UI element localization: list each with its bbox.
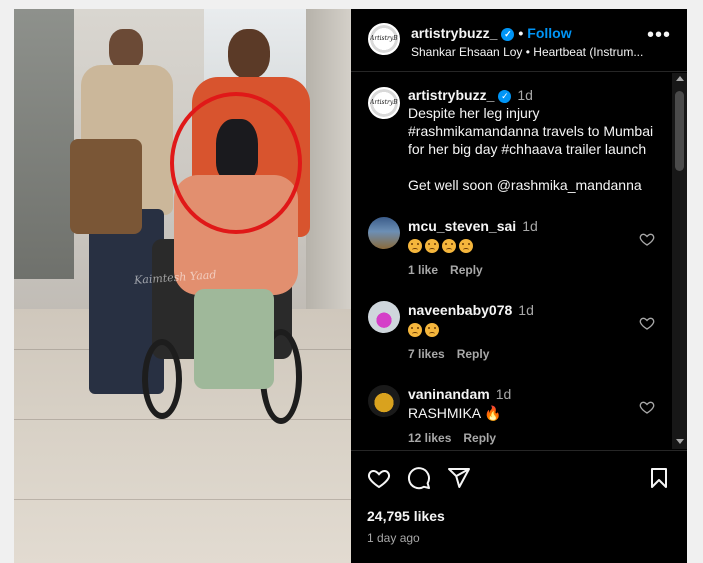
comment-header: naveenbaby078 1d xyxy=(408,302,534,318)
save-bookmark-icon[interactable] xyxy=(647,466,671,490)
comment-text xyxy=(408,237,476,254)
commenter-avatar[interactable] xyxy=(368,217,400,249)
author-avatar[interactable]: ArtistryBuzz xyxy=(368,23,400,55)
verified-badge-icon: ✓ xyxy=(501,27,515,41)
separator-dot: • xyxy=(518,25,524,41)
verified-badge-icon: ✓ xyxy=(498,89,512,103)
sad-face-icon xyxy=(459,239,473,254)
comment-item: naveenbaby078 1d 7 likes Reply xyxy=(351,301,671,377)
sad-face-icon xyxy=(442,239,456,254)
reply-button[interactable]: Reply xyxy=(450,263,483,277)
comment-time: 1d xyxy=(522,218,538,234)
author-username[interactable]: artistrybuzz_ xyxy=(411,25,497,41)
post-actions: 24,795 likes 1 day ago xyxy=(351,450,687,563)
comment-bubble-icon[interactable] xyxy=(407,466,431,490)
avatar-logo: ArtistryBuzz xyxy=(370,99,398,106)
sad-face-icon xyxy=(408,323,422,338)
comment-header: mcu_steven_sai 1d xyxy=(408,218,538,234)
caption-line-3: for her big day #chhaava trailer launch xyxy=(408,141,647,157)
commenter-avatar[interactable] xyxy=(368,301,400,333)
comment-meta: 1 like Reply xyxy=(408,263,483,277)
like-heart-icon[interactable] xyxy=(367,466,391,490)
caption-avatar[interactable]: ArtistryBuzz xyxy=(368,87,400,119)
caption-username[interactable]: artistrybuzz_ xyxy=(408,87,494,103)
follow-button[interactable]: Follow xyxy=(527,25,571,41)
comment-time: 1d xyxy=(518,302,534,318)
background-wall xyxy=(14,9,74,279)
post-video[interactable]: Kaimtesh Yaad xyxy=(14,9,351,563)
heart-icon[interactable] xyxy=(639,315,655,331)
handbag xyxy=(70,139,142,234)
highlight-circle xyxy=(170,92,302,234)
caption-line-1: Despite her leg injury xyxy=(408,105,540,121)
post-modal: Kaimtesh Yaad ArtistryBuzz artistrybuzz_… xyxy=(14,9,687,563)
comment-text: RASHMIKA 🔥 xyxy=(408,405,502,421)
comment-likes[interactable]: 1 like xyxy=(408,263,438,277)
comment-text xyxy=(408,321,442,338)
comment-likes[interactable]: 12 likes xyxy=(408,431,451,445)
post-date[interactable]: 1 day ago xyxy=(367,531,420,545)
author-line: artistrybuzz_ ✓ • Follow xyxy=(411,25,572,41)
caption-line-4: Get well soon @rashmika_mandanna xyxy=(408,177,642,193)
share-send-icon[interactable] xyxy=(447,466,471,490)
commenter-username[interactable]: vaninandam xyxy=(408,386,490,402)
caption-line-2: #rashmikamandanna travels to Mumbai xyxy=(408,123,654,139)
audio-track-link[interactable]: Shankar Ehsaan Loy • Heartbeat (Instrum.… xyxy=(411,45,643,59)
heart-icon[interactable] xyxy=(639,399,655,415)
comment-item: vaninandam 1d RASHMIKA 🔥 12 likes Reply xyxy=(351,385,671,449)
sad-face-icon xyxy=(408,239,422,254)
avatar-logo: ArtistryBuzz xyxy=(370,35,398,42)
comments-scrollbar[interactable] xyxy=(672,73,687,449)
scroll-thumb[interactable] xyxy=(675,91,684,171)
reply-button[interactable]: Reply xyxy=(463,431,496,445)
reply-button[interactable]: Reply xyxy=(457,347,490,361)
comment-header: vaninandam 1d xyxy=(408,386,511,402)
more-options-icon[interactable]: ••• xyxy=(647,25,671,49)
post-details-panel: ArtistryBuzz artistrybuzz_✓•Follow Shank… xyxy=(351,9,687,563)
comment-time: 1d xyxy=(495,386,512,402)
sad-face-icon xyxy=(425,323,439,338)
like-count[interactable]: 24,795 likes xyxy=(367,508,445,524)
comment-item: mcu_steven_sai 1d 1 like Reply xyxy=(351,217,671,293)
comment-meta: 12 likes Reply xyxy=(408,431,496,445)
caption-time: 1d xyxy=(517,87,533,103)
commenter-username[interactable]: mcu_steven_sai xyxy=(408,218,516,234)
post-caption: artistrybuzz_ ✓ 1d Despite her leg injury … xyxy=(408,86,663,194)
comments-list[interactable]: ArtistryBuzz artistrybuzz_ ✓ 1d Despite he… xyxy=(351,73,687,449)
commenter-avatar[interactable] xyxy=(368,385,400,417)
scroll-down-arrow-icon[interactable] xyxy=(676,439,684,444)
comment-likes[interactable]: 7 likes xyxy=(408,347,445,361)
comment-meta: 7 likes Reply xyxy=(408,347,489,361)
heart-icon[interactable] xyxy=(639,231,655,247)
commenter-username[interactable]: naveenbaby078 xyxy=(408,302,512,318)
scroll-up-arrow-icon[interactable] xyxy=(676,76,684,81)
post-header: ArtistryBuzz artistrybuzz_ ✓•Follow Shank… xyxy=(351,9,687,72)
sad-face-icon xyxy=(425,239,439,254)
